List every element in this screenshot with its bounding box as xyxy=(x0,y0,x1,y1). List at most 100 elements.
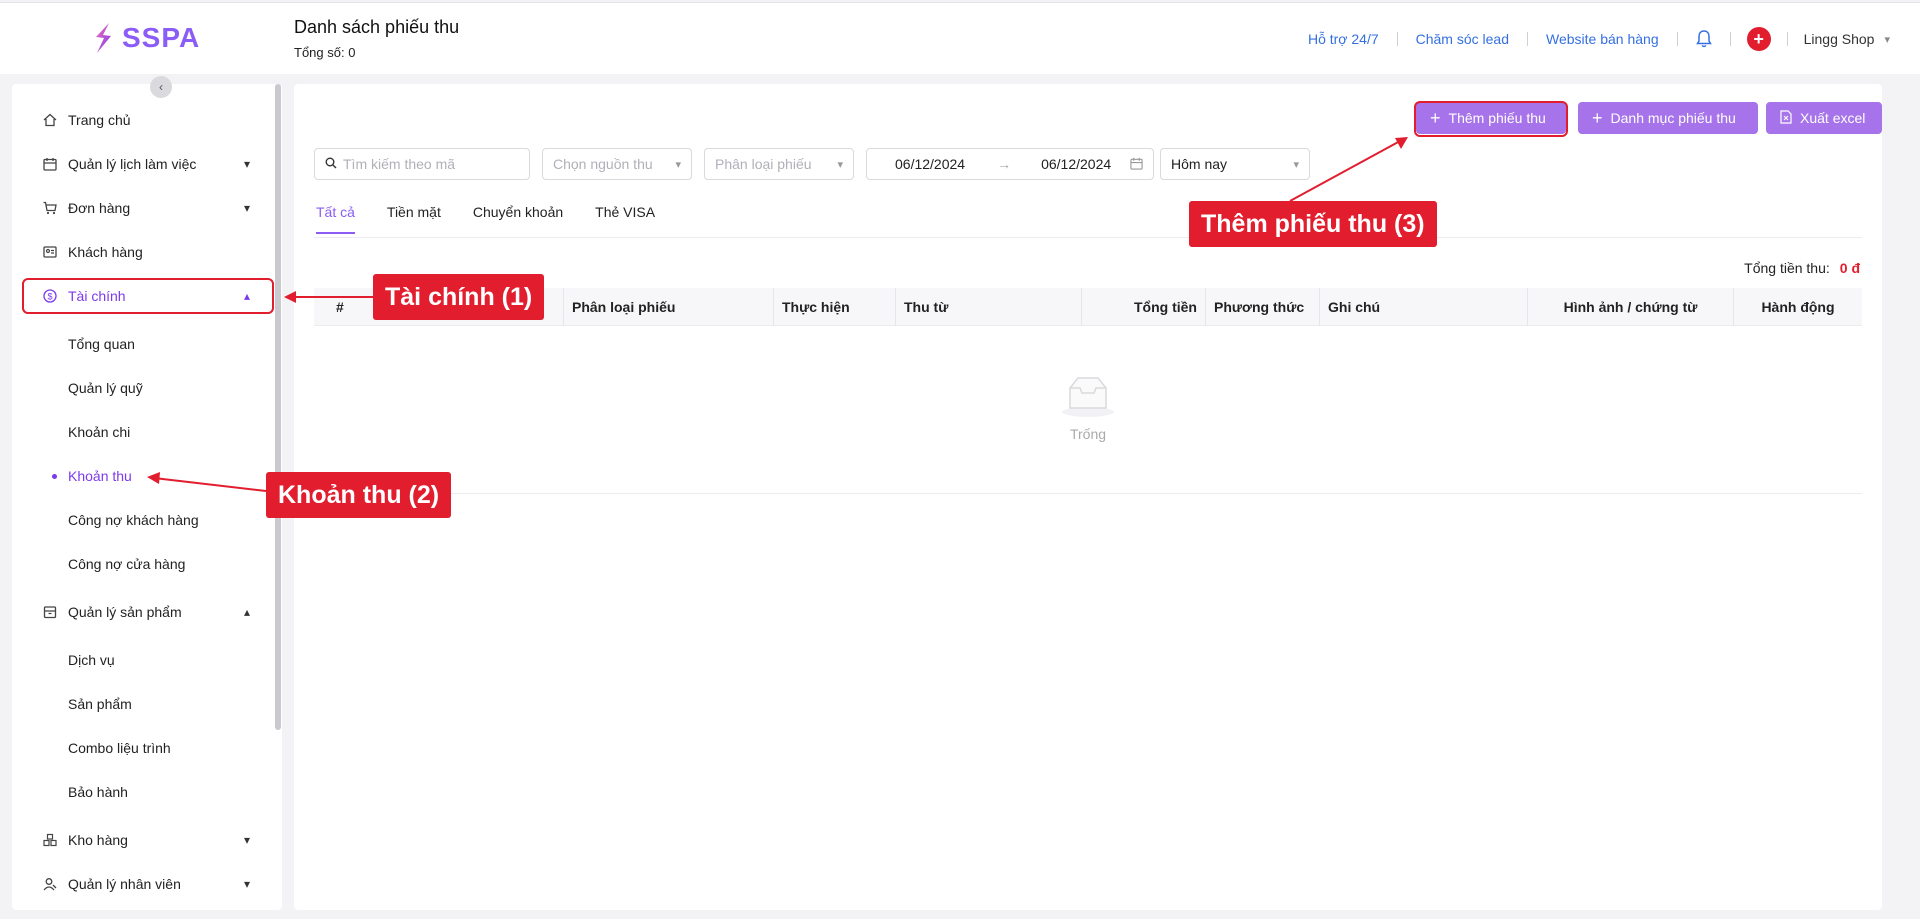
staff-icon xyxy=(42,877,58,891)
payment-tabs: Tất cả Tiền mặt Chuyển khoản Thẻ VISA xyxy=(316,204,655,234)
sidebar-sub-label: Khoản thu xyxy=(68,468,132,484)
sidebar-item-schedule[interactable]: Quản lý lịch làm việc ▾ xyxy=(12,146,282,182)
plus-icon: + xyxy=(1592,108,1603,128)
date-range-picker[interactable]: 06/12/2024 → 06/12/2024 xyxy=(866,148,1154,180)
search-placeholder: Tìm kiếm theo mã xyxy=(343,156,456,172)
chevron-down-icon: ▾ xyxy=(837,158,843,171)
sidebar-sub-warranty[interactable]: Bảo hành xyxy=(12,774,282,810)
tab-transfer[interactable]: Chuyển khoản xyxy=(473,204,563,234)
table-bottom-line xyxy=(314,493,1862,494)
table-header: # Phân loại phiếu Thực hiện Thu từ Tổng … xyxy=(314,288,1862,326)
chevron-down-icon: ▾ xyxy=(243,201,250,215)
sidebar-item-label: Trang chủ xyxy=(68,112,131,128)
sidebar-item-staff[interactable]: Quản lý nhân viên ▾ xyxy=(12,866,282,902)
sidebar-item-warehouse[interactable]: Kho hàng ▾ xyxy=(12,822,282,858)
col-receipt-type: Phân loại phiếu xyxy=(564,288,774,326)
sales-website-link[interactable]: Website bán hàng xyxy=(1528,31,1677,47)
tab-all[interactable]: Tất cả xyxy=(316,204,355,234)
highlight-finance xyxy=(22,278,274,314)
shop-selector[interactable]: Lingg Shop ▾ xyxy=(1788,31,1890,47)
logo-text: SSPA xyxy=(122,22,201,53)
logo-mark-icon xyxy=(92,21,114,55)
sidebar-item-home[interactable]: Trang chủ xyxy=(12,102,282,138)
empty-state: Trống xyxy=(294,374,1882,442)
empty-text: Trống xyxy=(1069,426,1107,442)
date-from[interactable]: 06/12/2024 xyxy=(895,156,965,172)
col-method: Phương thức xyxy=(1206,288,1320,326)
sidebar-item-customers[interactable]: Khách hàng xyxy=(12,234,282,270)
sidebar-item-label: Quản lý sản phẩm xyxy=(68,604,182,620)
col-actions: Hành động xyxy=(1761,299,1835,315)
type-select[interactable]: Phân loại phiếu ▾ xyxy=(704,148,854,180)
sidebar-item-label: Quản lý nhân viên xyxy=(68,876,181,892)
tab-cash[interactable]: Tiền mặt xyxy=(387,204,441,234)
sidebar-item-orders[interactable]: Đơn hàng ▾ xyxy=(12,190,282,226)
sidebar-sub-receipts[interactable]: Khoản thu xyxy=(12,458,282,494)
col-note: Ghi chú xyxy=(1320,288,1528,326)
quick-add-button[interactable]: + xyxy=(1746,27,1771,51)
callout-add-receipt: Thêm phiếu thu (3) xyxy=(1189,201,1437,247)
sidebar-item-products[interactable]: Quản lý sản phẩm ▴ xyxy=(12,594,282,630)
sidebar-sub-fund[interactable]: Quản lý quỹ xyxy=(12,370,282,406)
home-icon xyxy=(42,113,58,127)
total-summary: Tổng tiền thu: 0 đ xyxy=(1744,260,1860,276)
tab-visa[interactable]: Thẻ VISA xyxy=(595,204,655,234)
export-excel-button[interactable]: Xuất excel xyxy=(1766,102,1882,134)
top-header: SSPA Danh sách phiếu thu Tổng số: 0 Hỗ t… xyxy=(0,2,1920,74)
total-value: 0 đ xyxy=(1839,260,1860,276)
export-excel-label: Xuất excel xyxy=(1800,110,1866,126)
chevron-down-icon: ▾ xyxy=(243,877,250,891)
calendar-icon xyxy=(1130,157,1143,173)
lead-care-link[interactable]: Chăm sóc lead xyxy=(1398,31,1527,47)
sidebar-sub-services[interactable]: Dịch vụ xyxy=(12,642,282,678)
support-link[interactable]: Hỗ trợ 24/7 xyxy=(1290,31,1397,47)
cart-icon xyxy=(42,201,58,215)
sidebar-sub-products[interactable]: Sản phẩm xyxy=(12,686,282,722)
sidebar-sub-overview[interactable]: Tổng quan xyxy=(12,326,282,362)
collapse-sidebar-button[interactable]: ‹ xyxy=(150,76,172,98)
page-title: Danh sách phiếu thu xyxy=(294,17,460,37)
logo[interactable]: SSPA xyxy=(92,21,200,55)
receipt-category-button[interactable]: + Danh mục phiếu thu xyxy=(1578,102,1758,134)
active-dot xyxy=(52,473,57,479)
page-subtitle: Tổng số: 0 xyxy=(294,45,356,60)
calendar-icon xyxy=(42,157,58,171)
search-icon xyxy=(325,156,337,172)
total-label: Tổng tiền thu: xyxy=(1744,260,1830,276)
sidebar-item-label: Khách hàng xyxy=(68,244,143,260)
period-select[interactable]: Hôm nay ▾ xyxy=(1160,148,1310,180)
divider xyxy=(1729,32,1731,46)
callout-receipts: Khoản thu (2) xyxy=(266,472,452,518)
top-links: Hỗ trợ 24/7 Chăm sóc lead Website bán hà… xyxy=(1290,3,1890,75)
main-panel: + Thêm phiếu thu + Danh mục phiếu thu Xu… xyxy=(294,84,1882,910)
sidebar-sub-expenses[interactable]: Khoản chi xyxy=(12,414,282,450)
chevron-left-icon: ‹ xyxy=(159,80,163,94)
date-to[interactable]: 06/12/2024 xyxy=(1041,156,1111,172)
date-arrow: → xyxy=(997,156,1012,172)
chevron-down-icon: ▾ xyxy=(1884,33,1890,46)
col-total: Tổng tiền xyxy=(1082,288,1206,326)
sidebar-sub-store-debt[interactable]: Công nợ cửa hàng xyxy=(12,546,282,582)
period-value: Hôm nay xyxy=(1171,156,1228,172)
col-attachments: Hình ảnh / chứng từ xyxy=(1528,288,1734,326)
shop-name: Lingg Shop xyxy=(1803,31,1875,47)
chevron-up-icon: ▴ xyxy=(243,605,250,619)
bell-icon[interactable] xyxy=(1678,30,1730,48)
chevron-down-icon: ▾ xyxy=(243,157,250,171)
file-icon xyxy=(1780,109,1792,127)
tab-divider xyxy=(314,237,1862,238)
sidebar-sub-combo[interactable]: Combo liệu trình xyxy=(12,730,282,766)
col-performed-by: Thực hiện xyxy=(774,288,896,326)
sidebar-sub-customer-debt[interactable]: Công nợ khách hàng xyxy=(12,502,282,538)
sidebar-item-label: Kho hàng xyxy=(68,832,128,848)
search-input[interactable]: Tìm kiếm theo mã xyxy=(314,148,530,180)
box-icon xyxy=(42,605,58,619)
highlight-add-receipt xyxy=(1414,101,1568,137)
customer-card-icon xyxy=(42,245,58,259)
receipt-category-label: Danh mục phiếu thu xyxy=(1610,110,1736,126)
empty-box-icon xyxy=(294,374,1882,418)
source-placeholder: Chọn nguồn thu xyxy=(553,156,653,172)
source-select[interactable]: Chọn nguồn thu ▾ xyxy=(542,148,692,180)
chevron-down-icon: ▾ xyxy=(675,158,681,171)
sidebar-item-label: Đơn hàng xyxy=(68,200,131,216)
